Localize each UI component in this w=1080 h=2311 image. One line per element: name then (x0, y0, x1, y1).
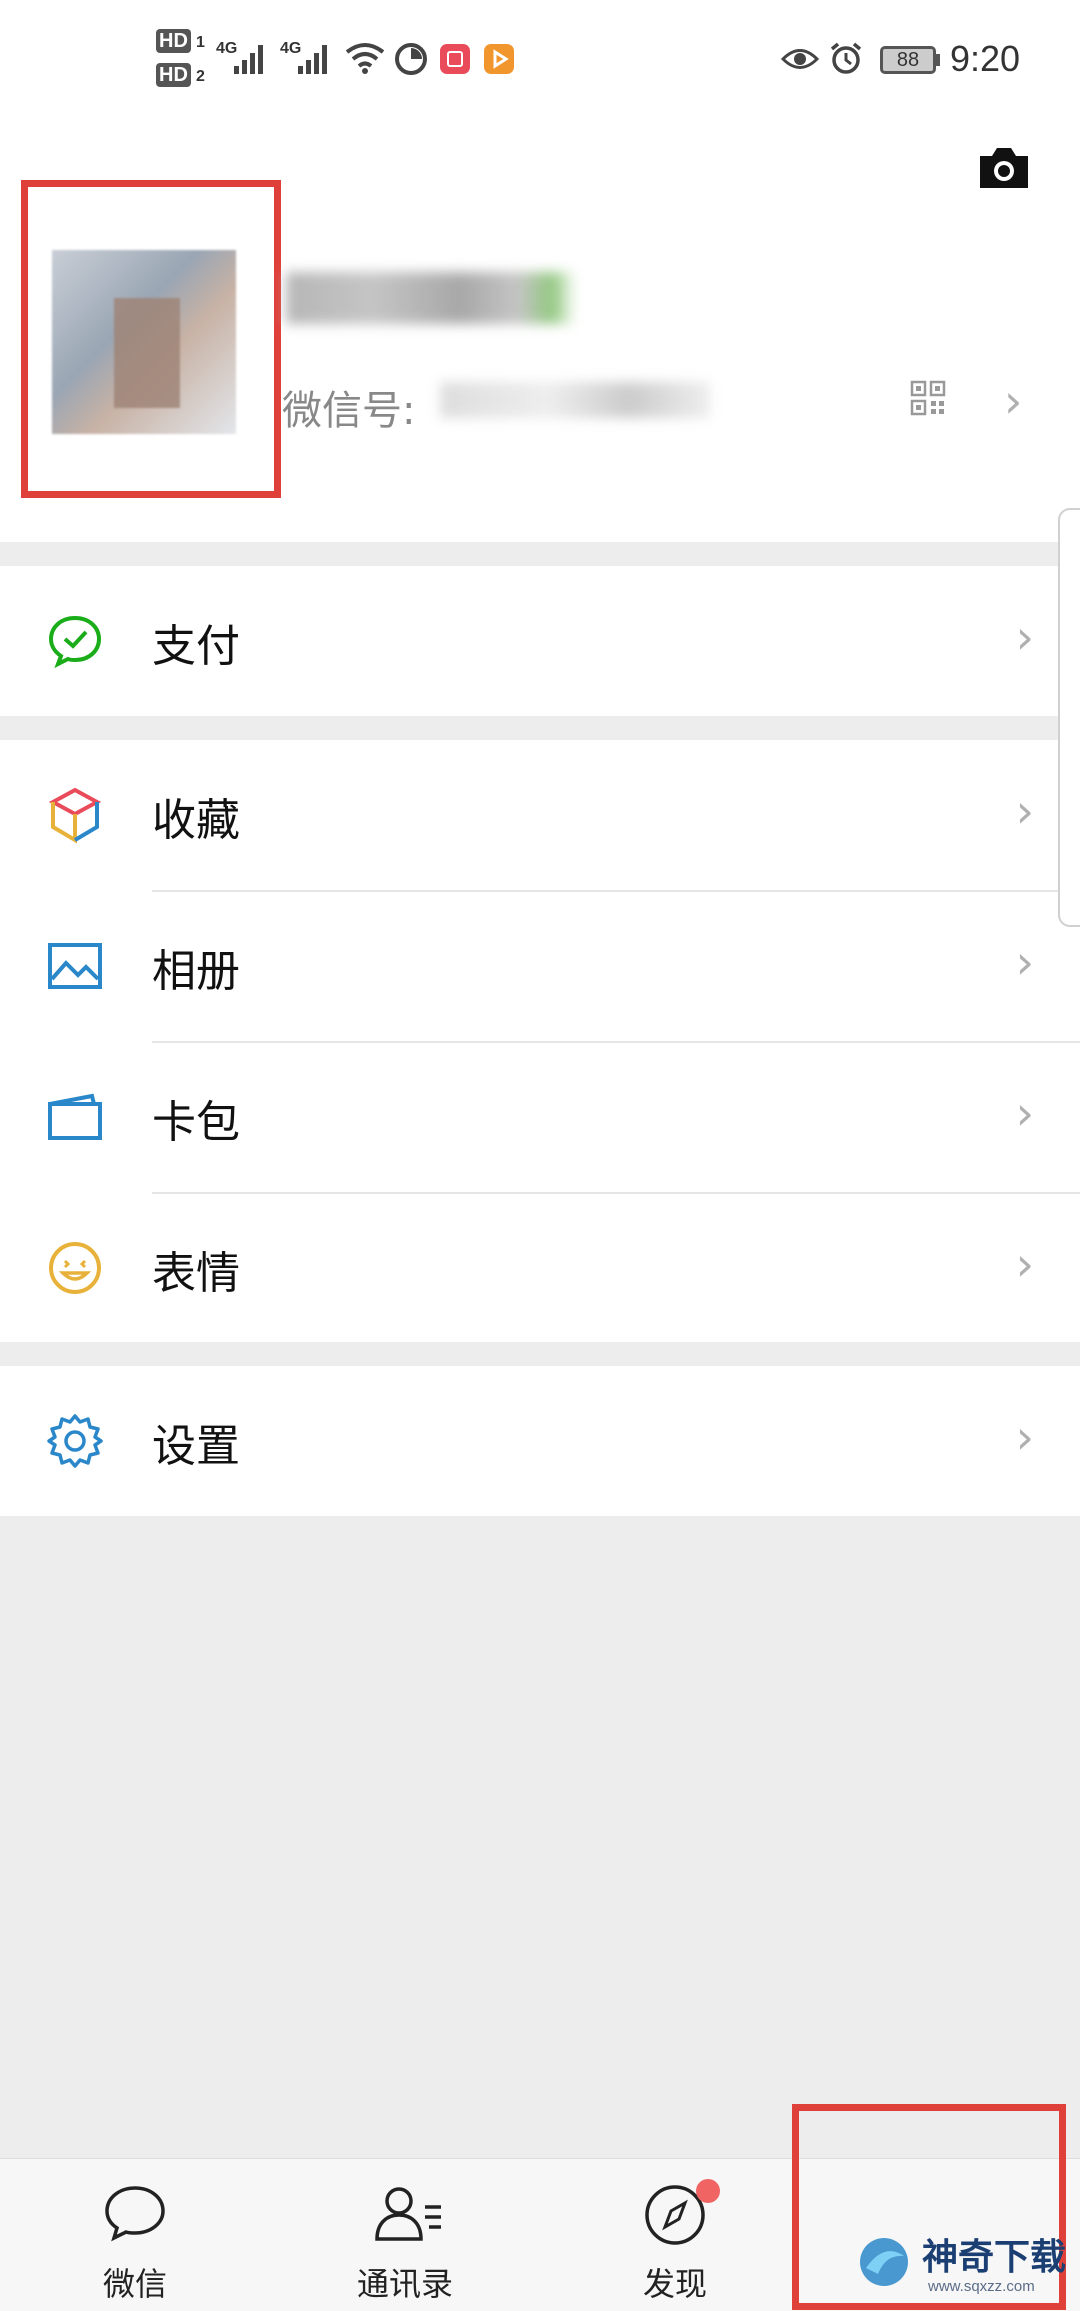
pay-icon (48, 615, 102, 669)
tab-label-contacts: 通讯录 (356, 2265, 453, 2303)
alarm-icon (830, 42, 862, 74)
section-tools: 收藏 › 相册 › 卡包 › 表情 › (0, 740, 1080, 1342)
chevron-right-icon: › (1015, 1086, 1034, 1140)
section-pay: 支付 › (0, 566, 1080, 716)
menu-label-album: 相册 (152, 946, 240, 997)
battery-tip (936, 54, 940, 66)
watermark-logo-icon (860, 2238, 908, 2286)
camera-icon[interactable] (976, 144, 1032, 190)
signal-icon (234, 45, 263, 74)
album-icon (48, 943, 102, 989)
video-app-icon (484, 44, 514, 74)
card-wallet-icon (48, 1093, 102, 1140)
chevron-right-icon: › (1015, 610, 1034, 664)
hd-badge-2: HD 2 (156, 63, 205, 87)
timer-icon (395, 43, 427, 75)
chevron-right-icon: › (1015, 1237, 1034, 1291)
menu-label-pay: 支付 (152, 621, 240, 672)
menu-label-settings: 设置 (152, 1421, 240, 1472)
gear-icon (47, 1414, 103, 1468)
menu-item-cards[interactable]: 卡包 › (0, 1042, 1080, 1192)
chevron-right-icon: › (1015, 935, 1034, 989)
chevron-right-icon: › (1015, 784, 1034, 838)
wifi-icon (345, 43, 385, 74)
battery-icon: 88 (880, 46, 936, 74)
menu-item-pay[interactable]: 支付 › (0, 566, 1080, 716)
contacts-person-icon (375, 2187, 441, 2241)
chevron-right-icon: › (1004, 374, 1023, 428)
nickname-blurred (286, 272, 576, 324)
watermark: 神奇下载 www.sqxzz.com (856, 2228, 1080, 2310)
hd-badge-1: HD 1 (156, 29, 205, 53)
notification-dot (696, 2179, 720, 2203)
chat-bubble-icon (105, 2186, 165, 2242)
tab-chats[interactable]: 微信 (0, 2159, 270, 2311)
scrollbar[interactable] (1058, 508, 1080, 927)
tab-discover[interactable]: 发现 (540, 2159, 810, 2311)
status-bar: HD 1 HD 2 4G 4G 88 9:20 (0, 0, 1080, 120)
favorites-cube-icon (48, 787, 102, 844)
highlight-box-avatar (21, 180, 281, 498)
chevron-right-icon: › (1015, 1410, 1034, 1464)
menu-item-favorites[interactable]: 收藏 › (0, 740, 1080, 890)
clock: 9:20 (950, 38, 1021, 79)
qr-code-icon[interactable] (910, 380, 946, 416)
tab-label-chats: 微信 (102, 2265, 167, 2303)
app-notification-icon (440, 44, 470, 74)
menu-label-cards: 卡包 (152, 1097, 240, 1148)
menu-item-album[interactable]: 相册 › (0, 891, 1080, 1041)
section-settings: 设置 › (0, 1366, 1080, 1516)
wechat-id-blurred (440, 382, 710, 418)
menu-item-settings[interactable]: 设置 › (0, 1366, 1080, 1516)
menu-label-stickers: 表情 (152, 1248, 240, 1299)
eye-comfort-icon (780, 49, 820, 69)
watermark-brand: 神奇下载 (922, 2237, 1067, 2278)
menu-item-stickers[interactable]: 表情 › (0, 1193, 1080, 1343)
menu-label-favorites: 收藏 (152, 795, 240, 846)
tab-contacts[interactable]: 通讯录 (270, 2159, 540, 2311)
wechat-id-label: 微信号: (282, 388, 416, 434)
tab-label-discover: 发现 (642, 2265, 707, 2303)
sticker-smile-icon (49, 1242, 101, 1294)
watermark-url: www.sqxzz.com (928, 2278, 1035, 2295)
signal-icon (298, 45, 327, 74)
